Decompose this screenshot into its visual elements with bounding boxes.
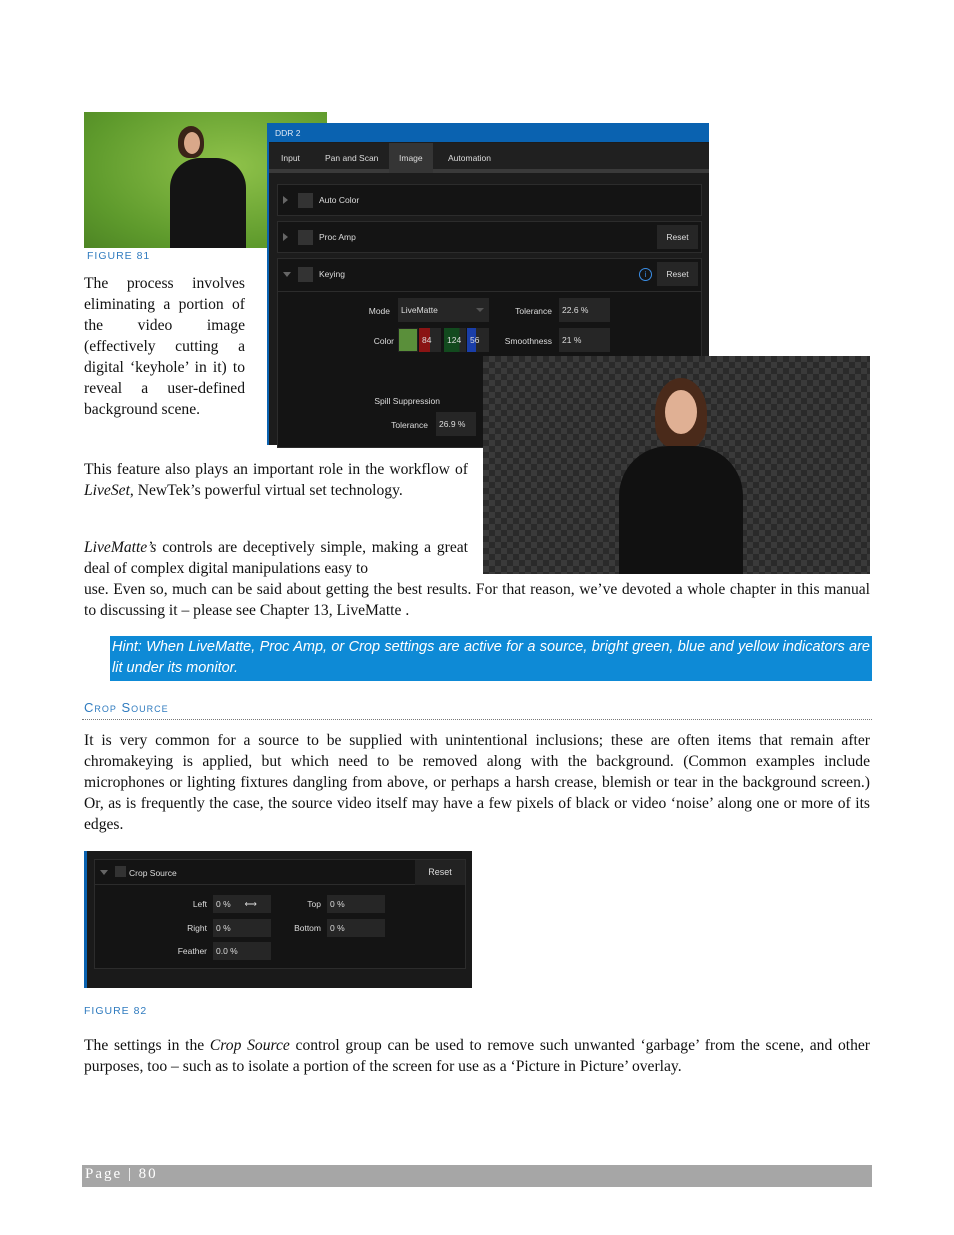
text: This feature also plays an important rol… (84, 461, 468, 478)
section-heading: Crop Source (84, 700, 169, 715)
paragraph-liveset: This feature also plays an important rol… (84, 459, 468, 501)
crop-reset-button[interactable]: Reset (415, 860, 465, 885)
page-footer: Page | 80 (82, 1165, 872, 1187)
group-proc-amp: Proc Amp Reset (277, 221, 702, 253)
keying-reset-button[interactable]: Reset (657, 262, 698, 286)
text-emphasis: Crop Source (209, 1037, 290, 1054)
mode-dropdown[interactable]: LiveMatte (398, 298, 489, 322)
divider (82, 719, 872, 720)
expand-icon[interactable] (283, 196, 288, 204)
chevron-down-icon (476, 308, 484, 312)
top-field[interactable]: 0 % (327, 895, 385, 913)
spill-tolerance-field[interactable]: 26.9 % (436, 412, 476, 436)
text-emphasis: LiveMatte’s (84, 539, 157, 556)
tab-automation[interactable]: Automation (438, 143, 501, 173)
figure-81-caption: FIGURE 81 (87, 250, 151, 262)
tab-pan-and-scan[interactable]: Pan and Scan (315, 143, 388, 173)
smoothness-label: Smoothness (504, 336, 552, 346)
feather-label: Feather (177, 946, 207, 956)
mode-label: Mode (368, 306, 390, 316)
info-icon[interactable]: i (639, 268, 652, 281)
bottom-field[interactable]: 0 % (327, 919, 385, 937)
tab-bar: Input Pan and Scan Image Automation (269, 143, 709, 173)
group-label: Auto Color (319, 195, 360, 205)
collapse-icon[interactable] (283, 272, 291, 277)
value: 0 % (216, 899, 231, 909)
auto-color-checkbox[interactable] (298, 193, 313, 208)
keying-checkbox[interactable] (298, 267, 313, 282)
left-field[interactable]: 0 % ⟷ (213, 895, 271, 913)
spill-suppression-label: Spill Suppression (374, 396, 440, 406)
text-emphasis: LiveSet (84, 482, 130, 499)
crop-source-panel: Crop Source Reset Left 0 % ⟷ Top 0 % Righ… (84, 851, 472, 988)
group-label: Keying (319, 269, 345, 279)
paragraph-livematte-b: use. Even so, much can be said about get… (84, 581, 870, 619)
paragraph-crop-usage: The settings in the Crop Source control … (84, 1035, 870, 1077)
mode-value: LiveMatte (401, 305, 438, 315)
panel-title: DDR 2 (269, 123, 709, 142)
crop-checkbox[interactable] (115, 866, 126, 877)
tolerance-label: Tolerance (515, 306, 552, 316)
keyed-result-photo (483, 356, 870, 574)
resize-horizontal-icon: ⟷ (244, 899, 257, 909)
proc-amp-checkbox[interactable] (298, 230, 313, 245)
text: , NewTek’s powerful virtual set technolo… (129, 482, 403, 499)
crop-group: Crop Source Reset Left 0 % ⟷ Top 0 % Righ… (94, 859, 466, 969)
bottom-label: Bottom (294, 923, 321, 933)
paragraph-livematte-a: LiveMatte’s controls are deceptively sim… (84, 537, 468, 579)
expand-icon[interactable] (283, 233, 288, 241)
right-field[interactable]: 0 % (213, 919, 271, 937)
smoothness-field[interactable]: 21 % (559, 328, 610, 352)
figure-82-caption: FIGURE 82 (84, 1005, 148, 1017)
paragraph-crop: It is very common for a source to be sup… (84, 732, 870, 833)
text: The settings in the (84, 1037, 210, 1054)
hint-box: Hint: When LiveMatte, Proc Amp, or Crop … (110, 636, 872, 681)
group-auto-color: Auto Color (277, 184, 702, 216)
group-label: Proc Amp (319, 232, 356, 242)
left-label: Left (192, 899, 207, 909)
tab-image[interactable]: Image (389, 143, 433, 173)
collapse-icon[interactable] (100, 870, 108, 875)
red-field[interactable]: 84 (419, 328, 441, 352)
top-label: Top (307, 899, 321, 909)
tolerance-field[interactable]: 22.6 % (559, 298, 610, 322)
spill-tolerance-label: Tolerance (391, 420, 428, 430)
proc-amp-reset-button[interactable]: Reset (657, 225, 698, 249)
feather-field[interactable]: 0.0 % (213, 942, 271, 960)
green-field[interactable]: 124 (444, 328, 466, 352)
right-label: Right (187, 923, 207, 933)
paragraph-intro: The process involves eliminating a porti… (84, 275, 245, 418)
tab-input[interactable]: Input (271, 143, 310, 173)
group-label: Crop Source (129, 868, 177, 878)
color-label: Color (373, 336, 394, 346)
color-swatch[interactable] (398, 328, 418, 352)
